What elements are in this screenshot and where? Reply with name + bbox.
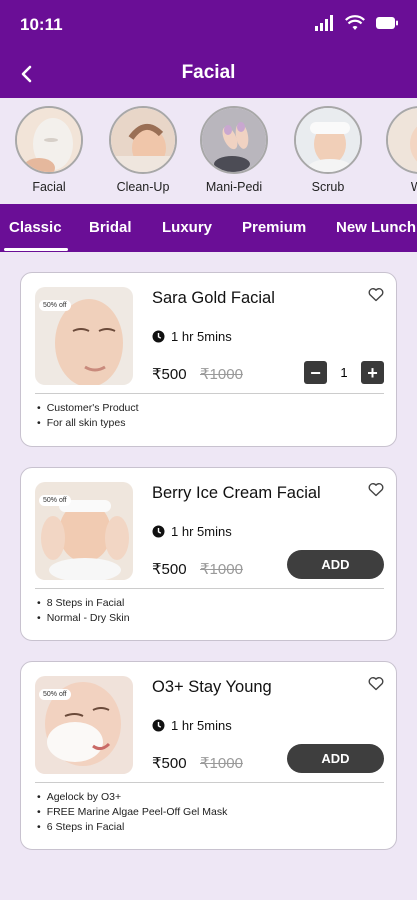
- service-name: O3+ Stay Young: [152, 678, 272, 696]
- clock-icon: [152, 525, 165, 538]
- quantity-stepper[interactable]: − 1 +: [304, 361, 384, 384]
- service-duration: 1 hr 5mins: [152, 329, 232, 344]
- divider: [35, 588, 384, 589]
- service-name: Berry Ice Cream Facial: [152, 484, 321, 502]
- duration-text: 1 hr 5mins: [171, 524, 232, 539]
- active-tab-indicator: [4, 248, 68, 251]
- discount-badge: 50% off: [39, 300, 71, 311]
- discount-badge: 50% off: [39, 689, 71, 700]
- clock-icon: [152, 719, 165, 732]
- tab-classic[interactable]: Classic: [9, 219, 62, 236]
- divider: [35, 393, 384, 394]
- feature-item: FREE Marine Algae Peel-Off Gel Mask: [37, 805, 228, 820]
- duration-text: 1 hr 5mins: [171, 329, 232, 344]
- category-image: [109, 106, 177, 174]
- service-image: 50% off: [35, 482, 133, 580]
- category-scrub[interactable]: Scrub: [288, 106, 368, 194]
- add-button[interactable]: ADD: [287, 744, 384, 773]
- service-price: ₹500: [152, 366, 187, 383]
- duration-text: 1 hr 5mins: [171, 718, 232, 733]
- heart-icon[interactable]: [368, 676, 384, 696]
- service-mrp: ₹1000: [200, 755, 243, 772]
- divider: [35, 782, 384, 783]
- service-mrp: ₹1000: [200, 561, 243, 578]
- wifi-icon: [345, 15, 365, 36]
- tab-new-lunch[interactable]: New Lunch: [336, 219, 416, 236]
- decrement-button[interactable]: −: [304, 361, 327, 384]
- status-bar: 10:11: [0, 0, 417, 50]
- feature-list: 8 Steps in Facial Normal - Dry Skin: [37, 596, 130, 626]
- discount-badge: 50% off: [39, 495, 71, 506]
- category-image: [15, 106, 83, 174]
- category-label: Wa: [410, 180, 417, 194]
- feature-item: 8 Steps in Facial: [37, 596, 130, 611]
- status-icons: [315, 15, 399, 36]
- category-label: Mani-Pedi: [205, 180, 263, 194]
- increment-button[interactable]: +: [361, 361, 384, 384]
- quantity-value: 1: [340, 365, 348, 380]
- category-clean-up[interactable]: Clean-Up: [103, 106, 183, 194]
- category-strip[interactable]: Facial Clean-Up Mani-Pedi Scrub Wa: [0, 98, 417, 204]
- category-image: [386, 106, 417, 174]
- category-label: Facial: [32, 180, 66, 194]
- feature-item: Agelock by O3+: [37, 790, 227, 805]
- feature-item: Customer's Product: [37, 401, 139, 416]
- feature-item: For all skin types: [37, 416, 139, 431]
- tab-premium[interactable]: Premium: [242, 219, 306, 236]
- service-card[interactable]: 50% off Sara Gold Facial 1 hr 5mins ₹500…: [20, 272, 397, 447]
- feature-list: Customer's Product For all skin types: [37, 401, 139, 431]
- category-mani-pedi[interactable]: Mani-Pedi: [194, 106, 274, 194]
- service-price: ₹500: [152, 561, 187, 578]
- category-label: Clean-Up: [116, 180, 170, 194]
- service-card[interactable]: 50% off Berry Ice Cream Facial 1 hr 5min…: [20, 467, 397, 641]
- service-image: 50% off: [35, 676, 133, 774]
- battery-icon: [375, 16, 399, 35]
- category-facial[interactable]: Facial: [9, 106, 89, 194]
- category-image: [294, 106, 362, 174]
- add-button[interactable]: ADD: [287, 550, 384, 579]
- feature-item: 6 Steps in Facial: [37, 820, 227, 835]
- clock-icon: [152, 330, 165, 343]
- category-label: Scrub: [311, 180, 345, 194]
- service-card[interactable]: 50% off O3+ Stay Young 1 hr 5mins ₹500 ₹…: [20, 661, 397, 850]
- service-price: ₹500: [152, 755, 187, 772]
- signal-icon: [315, 15, 335, 36]
- app-bar: Facial: [0, 50, 417, 98]
- heart-icon[interactable]: [368, 287, 384, 307]
- service-duration: 1 hr 5mins: [152, 524, 232, 539]
- service-name: Sara Gold Facial: [152, 289, 275, 307]
- service-image: 50% off: [35, 287, 133, 385]
- status-time: 10:11: [20, 15, 63, 34]
- category-image: [200, 106, 268, 174]
- service-mrp: ₹1000: [200, 366, 243, 383]
- service-duration: 1 hr 5mins: [152, 718, 232, 733]
- category-wax[interactable]: Wa: [380, 106, 417, 194]
- tab-luxury[interactable]: Luxury: [162, 219, 212, 236]
- tab-bar: Classic Bridal Luxury Premium New Lunch: [0, 204, 417, 252]
- page-title: Facial: [181, 62, 236, 83]
- heart-icon[interactable]: [368, 482, 384, 502]
- feature-list: Agelock by O3+ FREE Marine Algae Peel-Of…: [37, 790, 228, 835]
- tab-bridal[interactable]: Bridal: [89, 219, 132, 236]
- feature-item: Normal - Dry Skin: [37, 611, 130, 626]
